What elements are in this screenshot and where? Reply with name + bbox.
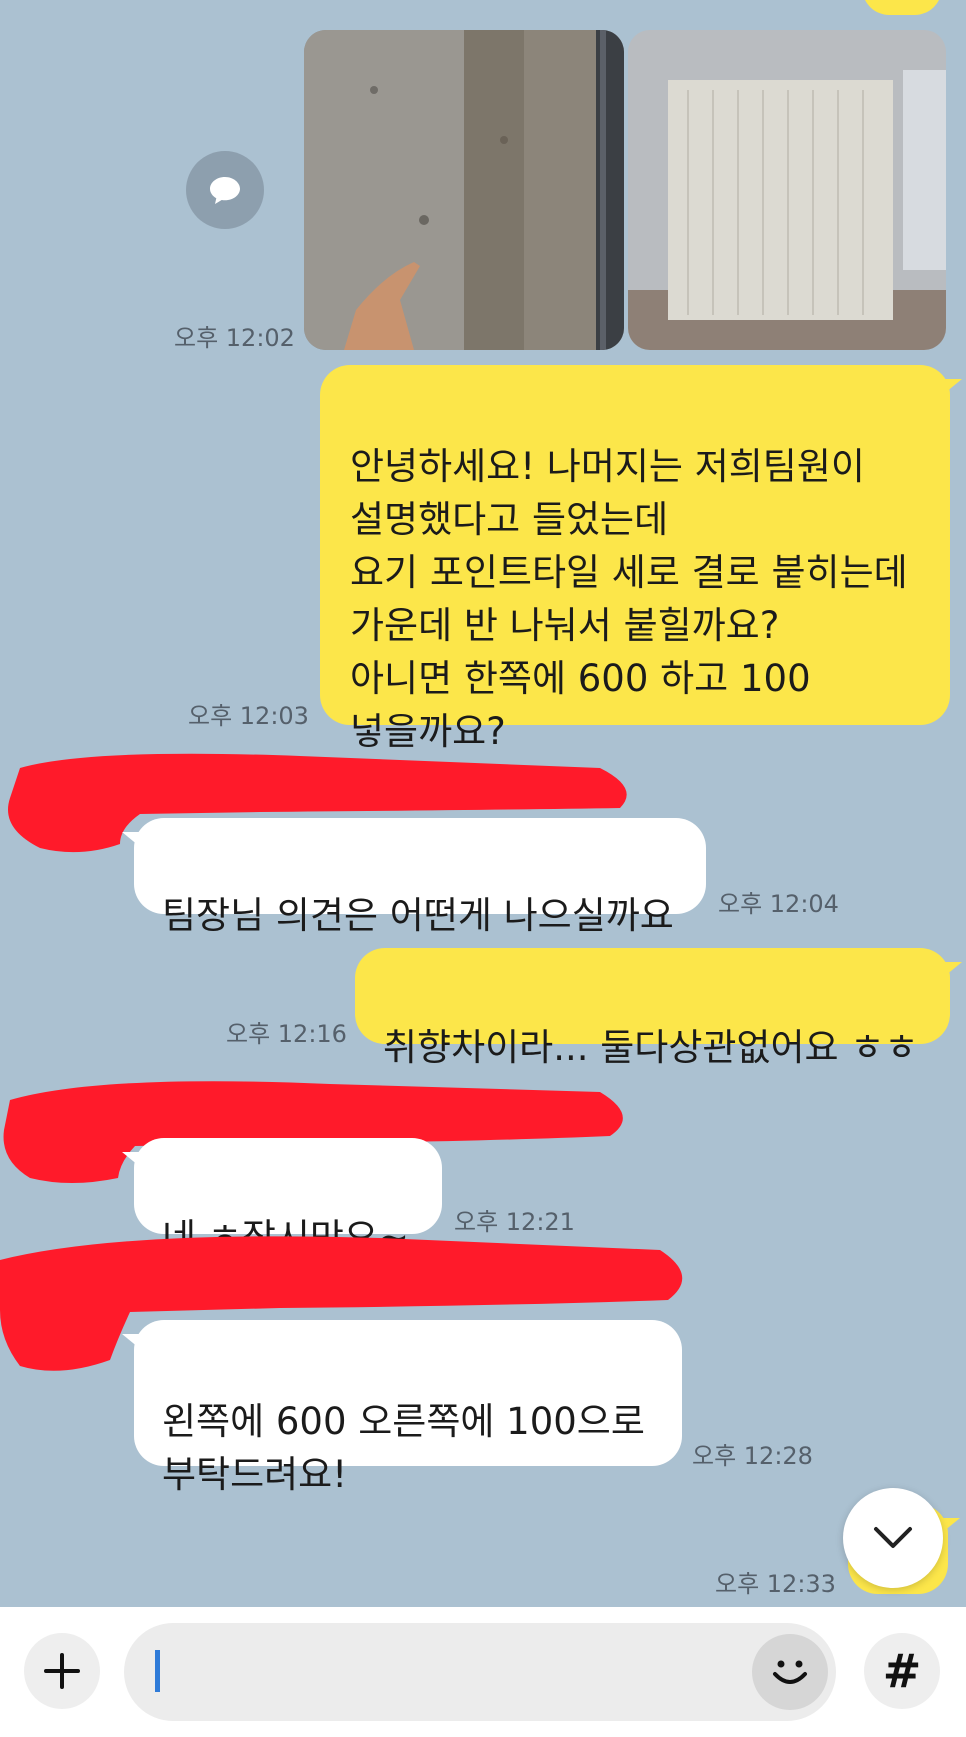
text-cursor — [155, 1650, 160, 1692]
message-time: 오후 12:28 — [692, 1442, 813, 1470]
message-time: 오후 12:16 — [226, 1020, 347, 1048]
message-bubble-sent[interactable]: 취향차이라... 둘다상관없어요 ㅎㅎ — [355, 948, 962, 1069]
hash-icon: # — [882, 1644, 922, 1698]
chevron-down-icon — [874, 1527, 912, 1548]
message-text: 팀장님 의견은 어떤게 나으실까요 — [162, 894, 674, 937]
message-input[interactable] — [124, 1623, 836, 1721]
message-time: 오후 12:33 — [715, 1570, 836, 1598]
message-text: 안녕하세요! 나머지는 저희팀원이 설명했다고 들었는데 요기 포인트타일 세로… — [350, 445, 908, 753]
share-button[interactable] — [186, 151, 264, 229]
chat-area[interactable]: 오후 12:02 안녕하세요! 나머지는 저희팀원이 설명했다고 들었는데 요기… — [0, 0, 966, 1607]
photo-tile-panel[interactable] — [628, 30, 946, 350]
photo-tile-panel-image — [628, 30, 946, 350]
scroll-to-bottom-button[interactable] — [843, 1488, 943, 1588]
plus-icon — [44, 1653, 80, 1689]
previous-message-bubble[interactable] — [862, 0, 942, 15]
attach-button[interactable] — [24, 1633, 100, 1709]
message-bubble-received[interactable]: 팀장님 의견은 어떤게 나으실까요 — [122, 818, 706, 937]
speech-bubble-icon — [210, 177, 240, 204]
emoji-icon — [773, 1660, 807, 1684]
message-bubble-received[interactable]: 왼쪽에 600 오른쪽에 100으로 부탁드려요! — [122, 1320, 682, 1496]
hash-button[interactable]: # — [864, 1633, 940, 1709]
message-time: 오후 12:04 — [718, 890, 839, 918]
message-time: 오후 12:02 — [174, 324, 295, 352]
photo-wall-corner[interactable] — [304, 30, 624, 350]
message-bubble-sent[interactable]: 안녕하세요! 나머지는 저희팀원이 설명했다고 들었는데 요기 포인트타일 세로… — [320, 365, 962, 753]
message-text: 취향차이라... 둘다상관없어요 ㅎㅎ — [383, 1026, 919, 1069]
emoji-button[interactable] — [752, 1634, 828, 1710]
message-time: 오후 12:03 — [188, 702, 309, 730]
message-text: 왼쪽에 600 오른쪽에 100으로 부탁드려요! — [162, 1400, 645, 1496]
photo-wall-corner-image — [304, 30, 624, 350]
